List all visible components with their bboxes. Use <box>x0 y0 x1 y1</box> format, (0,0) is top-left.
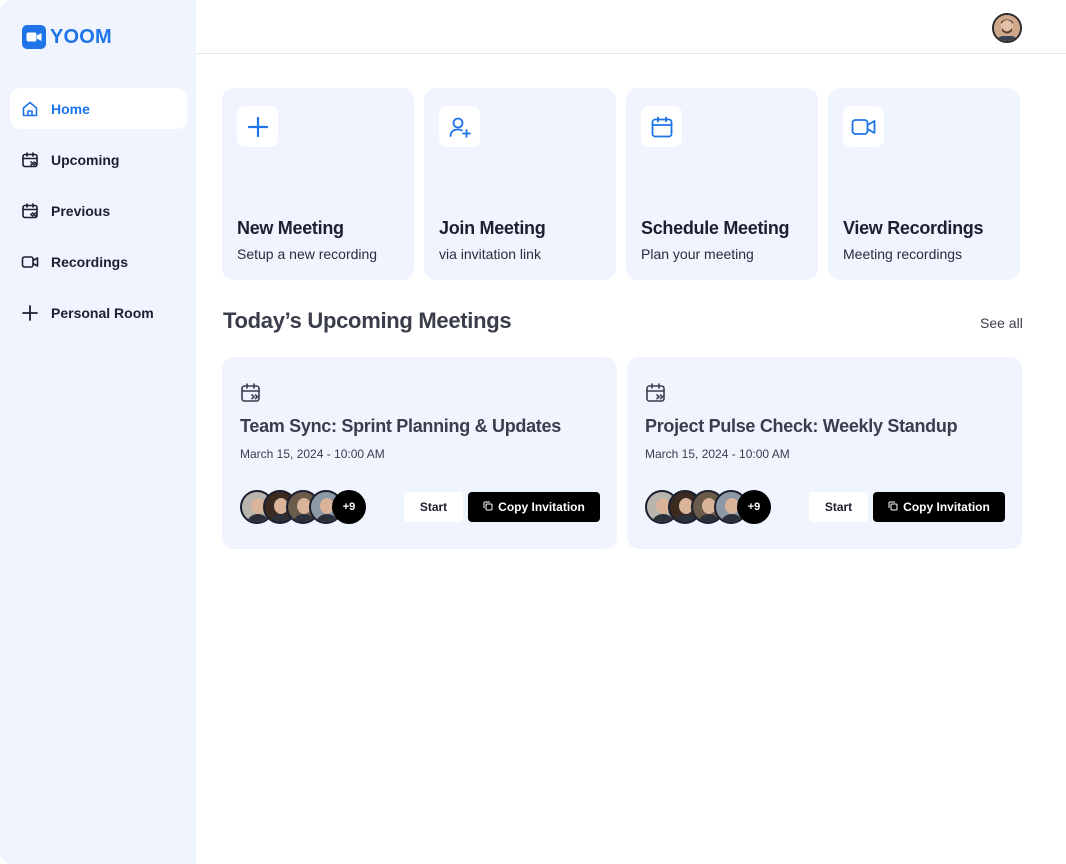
card-title: Schedule Meeting <box>641 218 790 238</box>
meeting-date: March 15, 2024 - 10:00 AM <box>645 447 790 461</box>
more-attendees-badge: +9 <box>332 490 366 524</box>
calendar-upcoming-icon <box>240 382 262 404</box>
card-title: New Meeting <box>237 218 344 238</box>
card-subtitle: Plan your meeting <box>641 246 754 262</box>
copy-invitation-label: Copy Invitation <box>498 500 585 514</box>
user-avatar[interactable] <box>992 13 1022 43</box>
calendar-icon <box>641 106 682 147</box>
calendar-previous-icon <box>21 202 39 220</box>
meeting-card: Project Pulse Check: Weekly Standup Marc… <box>627 357 1022 549</box>
copy-invitation-label: Copy Invitation <box>903 500 990 514</box>
video-icon <box>843 106 884 147</box>
meeting-title: Project Pulse Check: Weekly Standup <box>645 416 958 436</box>
card-subtitle: Setup a new recording <box>237 246 378 262</box>
logo[interactable]: YOOM <box>22 25 112 49</box>
sidebar-item-home[interactable]: Home <box>10 88 187 129</box>
more-attendees-badge: +9 <box>737 490 771 524</box>
video-icon <box>21 253 39 271</box>
section-title: Today’s Upcoming Meetings <box>223 308 512 333</box>
sidebar: YOOM Home Upcoming Previous Recordings P… <box>0 0 196 864</box>
meeting-title: Team Sync: Sprint Planning & Updates <box>240 416 561 436</box>
attendee-avatars: +9 <box>645 490 771 524</box>
view-recordings-card[interactable]: View Recordings Meeting recordings <box>828 88 1020 280</box>
calendar-upcoming-icon <box>645 382 667 404</box>
app-window: YOOM Home Upcoming Previous Recordings P… <box>0 0 1066 864</box>
sidebar-item-label: Previous <box>51 202 111 219</box>
sidebar-item-upcoming[interactable]: Upcoming <box>10 139 187 180</box>
action-cards: New Meeting Setup a new recording Join M… <box>222 88 1020 280</box>
sidebar-item-previous[interactable]: Previous <box>10 190 187 231</box>
sidebar-item-label: Personal Room <box>51 304 154 321</box>
sidebar-item-label: Recordings <box>51 253 129 270</box>
calendar-upcoming-icon <box>21 151 39 169</box>
sidebar-nav: Home Upcoming Previous Recordings Person… <box>10 88 187 343</box>
sidebar-item-recordings[interactable]: Recordings <box>10 241 187 282</box>
copy-invitation-button[interactable]: Copy Invitation <box>873 492 1005 522</box>
card-title: Join Meeting <box>439 218 546 238</box>
plus-icon <box>21 304 39 322</box>
see-all-link[interactable]: See all <box>980 315 1023 331</box>
start-button[interactable]: Start <box>404 492 463 522</box>
logo-text: YOOM <box>50 25 112 48</box>
sidebar-item-personal-room[interactable]: Personal Room <box>10 292 187 333</box>
upcoming-meetings-list: Team Sync: Sprint Planning & Updates Mar… <box>222 357 1022 549</box>
video-camera-logo-icon <box>22 25 46 49</box>
home-icon <box>21 100 39 118</box>
sidebar-item-label: Upcoming <box>51 151 120 168</box>
start-button[interactable]: Start <box>809 492 868 522</box>
meeting-date: March 15, 2024 - 10:00 AM <box>240 447 385 461</box>
copy-icon <box>888 500 898 514</box>
join-meeting-card[interactable]: Join Meeting via invitation link <box>424 88 616 280</box>
copy-invitation-button[interactable]: Copy Invitation <box>468 492 600 522</box>
user-add-icon <box>439 106 480 147</box>
card-subtitle: Meeting recordings <box>843 246 963 262</box>
new-meeting-card[interactable]: New Meeting Setup a new recording <box>222 88 414 280</box>
schedule-meeting-card[interactable]: Schedule Meeting Plan your meeting <box>626 88 818 280</box>
card-title: View Recordings <box>843 218 984 238</box>
top-bar <box>196 0 1066 54</box>
sidebar-item-label: Home <box>51 100 90 117</box>
copy-icon <box>483 500 493 514</box>
meeting-card: Team Sync: Sprint Planning & Updates Mar… <box>222 357 617 549</box>
card-subtitle: via invitation link <box>439 246 541 262</box>
attendee-avatars: +9 <box>240 490 366 524</box>
plus-icon <box>237 106 278 147</box>
